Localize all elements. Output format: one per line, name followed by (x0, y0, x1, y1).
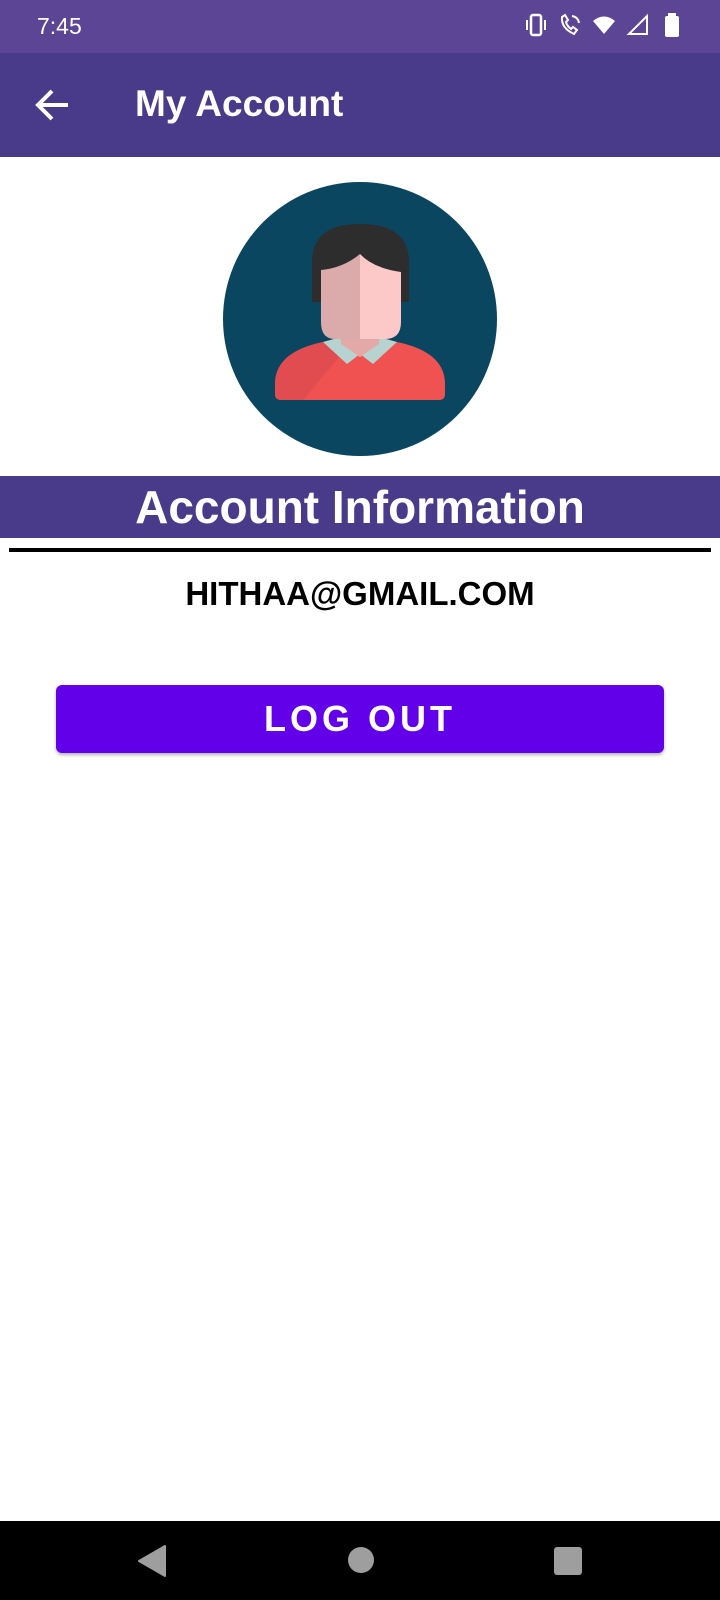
back-button[interactable] (30, 83, 74, 127)
logout-button[interactable]: LOG OUT (56, 685, 664, 753)
account-info-heading: Account Information (0, 476, 720, 538)
battery-icon (660, 12, 684, 38)
back-triangle-icon (138, 1545, 166, 1577)
nav-home-button[interactable] (347, 1546, 375, 1579)
account-email: HITHAA@GMAIL.COM (185, 575, 535, 612)
user-avatar-icon (223, 182, 497, 456)
status-bar: 7:45 (0, 0, 720, 53)
recents-square-icon (554, 1547, 582, 1575)
page-title: My Account (135, 83, 344, 124)
nav-back-button[interactable] (137, 1544, 167, 1583)
status-time: 7:45 (37, 13, 82, 39)
app-bar: My Account (0, 53, 720, 157)
wifi-icon (592, 12, 616, 38)
status-icons (524, 12, 684, 38)
arrow-left-icon (35, 89, 68, 121)
wifi-calling-icon (558, 12, 582, 38)
nav-recents-button[interactable] (553, 1546, 583, 1581)
divider (9, 548, 711, 552)
signal-icon (626, 12, 650, 38)
avatar (223, 182, 497, 456)
vibrate-icon (524, 12, 548, 38)
home-circle-icon (348, 1547, 374, 1573)
